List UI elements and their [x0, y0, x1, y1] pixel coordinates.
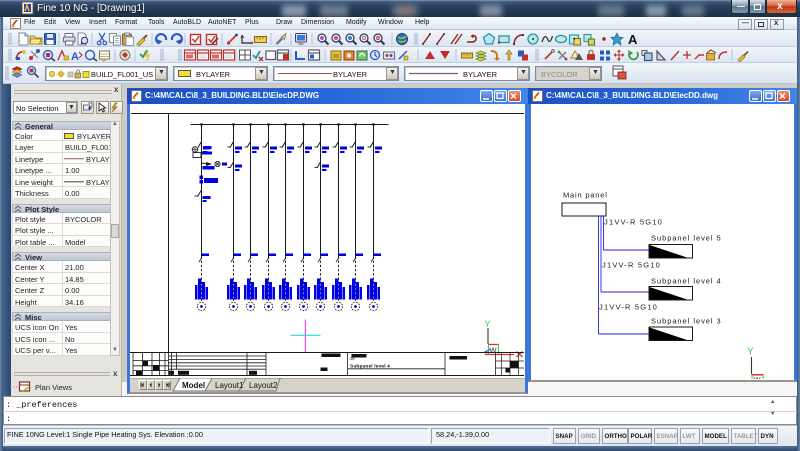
svg-text:A: A: [71, 51, 79, 63]
svg-text:Main panel: Main panel: [563, 191, 608, 200]
svg-text:W: W: [754, 375, 762, 379]
svg-text:49: 49: [350, 356, 356, 361]
svg-text:W: W: [490, 346, 498, 355]
svg-text:J1VV-R 5G10: J1VV-R 5G10: [599, 303, 658, 312]
svg-text:Subpanel level 4: Subpanel level 4: [651, 277, 722, 286]
svg-text:Subpanel level 5: Subpanel level 5: [651, 234, 722, 243]
svg-text:J1VV-R 5G10: J1VV-R 5G10: [604, 218, 663, 227]
svg-text:Subpanel level 3: Subpanel level 3: [651, 317, 722, 326]
svg-text:Y: Y: [747, 347, 754, 358]
svg-text:Layout2: Layout2: [249, 381, 278, 390]
svg-text:Y: Y: [485, 319, 491, 329]
svg-text:Model: Model: [182, 381, 205, 390]
svg-text:A: A: [628, 32, 638, 47]
svg-text:Layout1: Layout1: [215, 381, 244, 390]
svg-text:J1VV-R 5G10: J1VV-R 5G10: [602, 261, 661, 270]
